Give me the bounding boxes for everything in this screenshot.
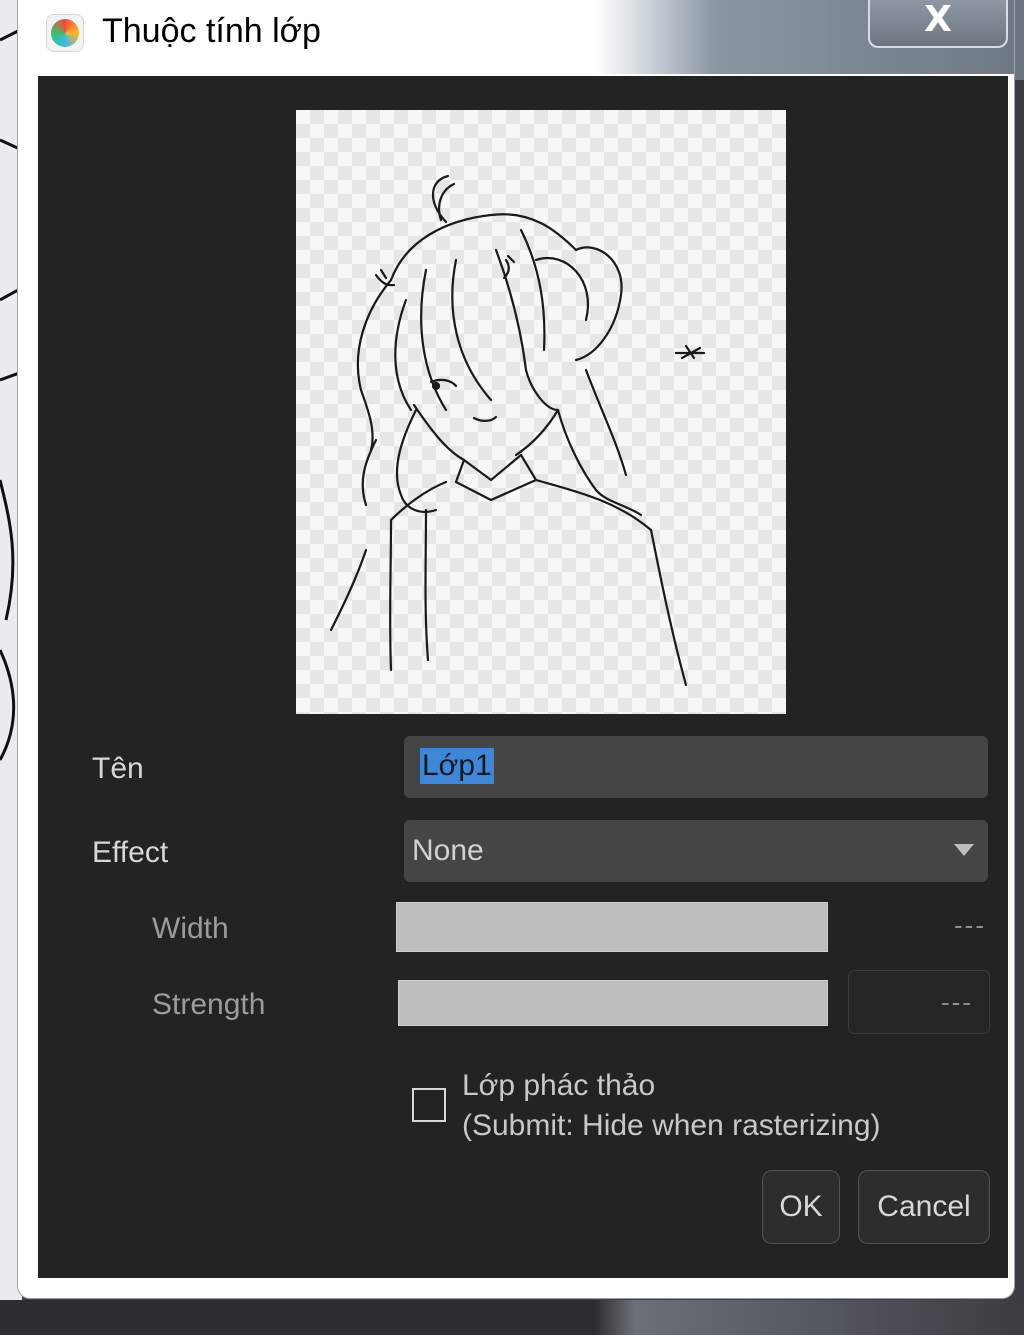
layer-thumbnail [296, 110, 786, 714]
dialog-title: Thuộc tính lớp [102, 12, 321, 50]
name-label: Tên [92, 752, 144, 785]
close-icon: X [924, 0, 952, 40]
draft-layer-checkbox[interactable] [412, 1088, 446, 1122]
dialog-content: Tên Lớp1 Effect None Width --- Strength … [38, 76, 1008, 1278]
draft-layer-label-line1: Lớp phác thảo [462, 1069, 656, 1102]
effect-select-value: None [412, 834, 484, 867]
close-button[interactable]: X [868, 0, 1008, 48]
draft-layer-label[interactable]: Lớp phác thảo (Submit: Hide when rasteri… [462, 1066, 881, 1146]
strength-value: --- [941, 987, 973, 1017]
strength-slider[interactable] [398, 980, 828, 1026]
width-slider[interactable] [396, 902, 828, 952]
ok-button[interactable]: OK [762, 1170, 840, 1244]
strength-value-field[interactable]: --- [848, 970, 990, 1034]
cancel-button[interactable]: Cancel [858, 1170, 990, 1244]
layer-name-selected-text: Lớp1 [420, 748, 494, 784]
medibang-app-icon [46, 14, 84, 52]
layer-name-input[interactable]: Lớp1 [404, 736, 988, 798]
strength-label: Strength [152, 988, 266, 1021]
layer-properties-dialog: Thuộc tính lớp X Tên Lớp1 Effect None Wi… [18, 0, 1014, 1298]
title-bar[interactable]: Thuộc tính lớp X [18, 0, 1014, 74]
effect-select[interactable]: None [404, 820, 988, 882]
width-value: --- [954, 910, 986, 940]
draft-layer-label-line2: (Submit: Hide when rasterizing) [462, 1109, 881, 1142]
chevron-down-icon [954, 844, 974, 856]
width-label: Width [152, 912, 229, 945]
background-taskbar-edge [0, 1300, 1024, 1335]
effect-label: Effect [92, 836, 169, 869]
